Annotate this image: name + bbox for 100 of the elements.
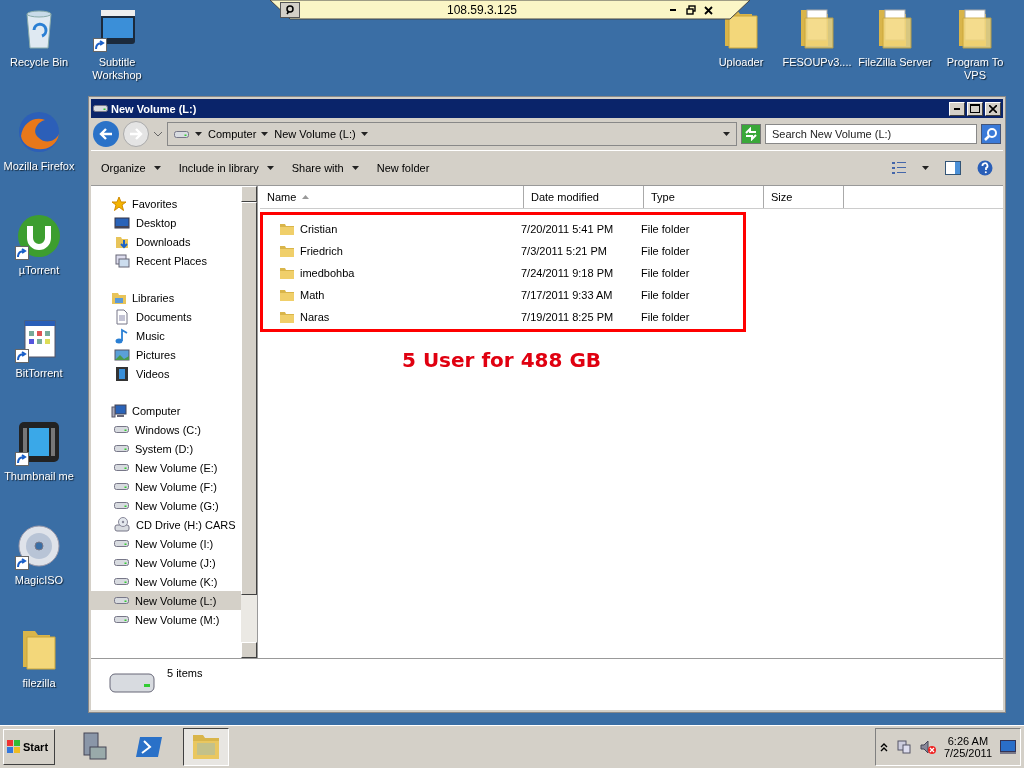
file-name[interactable]: imedbohba [300,267,355,279]
drive-icon [114,559,129,566]
folder-icon [725,10,758,49]
toolbar-button[interactable]: Include in library [178,162,274,174]
minimize-button[interactable] [949,101,965,116]
caret-icon [351,166,359,170]
desktop-icon-label[interactable]: FESOUPv3.... [782,56,852,69]
start-button[interactable]: Start [3,729,55,765]
toolbar-button[interactable]: Share with [291,162,359,174]
folder-icon [23,631,56,670]
drive-icon [114,578,129,585]
document-icon [114,308,130,325]
folder-icon [279,287,295,303]
server-toolbox-icon[interactable] [83,732,107,760]
nav-item[interactable]: Favorites [91,194,241,213]
windows-logo-icon [7,740,21,754]
clock-date[interactable]: 7/25/2011 [943,747,992,759]
network-icon[interactable] [895,739,912,755]
toolbar-button[interactable]: New folder [376,162,430,174]
globe-fox-icon [19,112,59,152]
nav-item[interactable]: Desktop [91,213,241,232]
desktop-icon-label[interactable]: Uploader [718,56,764,69]
file-name[interactable]: Friedrich [300,245,343,257]
file-name[interactable]: Math [300,289,325,301]
caret-icon [360,132,368,136]
nav-item[interactable]: Videos [91,364,241,383]
nav-item[interactable]: Music [91,326,241,345]
preview-pane-icon[interactable] [945,161,961,175]
toolbar-button[interactable]: Organize [101,162,161,174]
music-note-icon [114,327,130,344]
search-button[interactable] [981,124,1001,144]
nav-item[interactable]: Downloads [91,232,241,251]
folder-icon [959,9,992,49]
refresh-button[interactable] [741,124,761,144]
close-button[interactable] [985,101,1001,116]
desktop-icon-label[interactable]: Subtitle Workshop [79,56,155,82]
back-button[interactable] [93,121,119,147]
drive-icon [174,130,189,138]
nav-item[interactable]: New Volume (I:) [91,534,241,553]
disc-icon [18,525,60,567]
nav-item[interactable]: New Volume (M:) [91,610,241,629]
maximize-button[interactable] [967,101,983,116]
nav-item[interactable]: New Volume (E:) [91,458,241,477]
desktop-icon-label[interactable]: Mozilla Firefox [3,160,75,173]
nav-item[interactable]: Libraries [91,288,241,307]
desktop-icon-label[interactable]: Recycle Bin [9,56,69,69]
item-count: 5 items [167,667,203,681]
caret-icon [153,166,161,170]
file-name[interactable]: Cristian [300,223,338,235]
desktop-icon-label[interactable]: BitTorrent [15,367,63,380]
desktop-icon-label[interactable]: µTorrent [18,264,60,277]
date-cell-text: 7/20/2011 5:41 PM [521,223,615,235]
chevron-up-icon[interactable] [879,742,888,752]
drive-icon [114,616,129,623]
desktop-icon-label[interactable]: filezilla [22,677,56,690]
drive-icon [114,502,129,509]
desktop-icon-label[interactable]: Program To VPS [937,56,1013,82]
type-cell-text: File folder [641,223,691,235]
star-icon [111,195,127,212]
date-cell-text: 7/17/2011 9:33 AM [521,289,614,301]
cd-drive-icon [114,516,130,533]
nav-item[interactable]: Windows (C:) [91,420,241,439]
monitor-icon [114,214,130,231]
file-name[interactable]: Naras [300,311,330,323]
drive-icon [114,445,129,452]
close-icon [989,104,997,113]
desktop-icon-label[interactable]: MagicISO [14,574,64,587]
nav-item[interactable]: New Volume (K:) [91,572,241,591]
pin-button[interactable] [280,2,300,18]
powershell-icon[interactable] [136,737,162,757]
nav-item[interactable]: Computer [91,401,241,420]
search-icon [984,127,998,141]
search-field[interactable]: Search New Volume (L:) [765,124,977,144]
clock-time[interactable]: 6:26 AM [947,735,989,747]
folder-icon [279,309,295,325]
nav-item[interactable]: New Volume (L:) [91,591,241,610]
help-icon[interactable] [977,160,993,176]
folder-icon [279,243,295,259]
nav-item[interactable]: System (D:) [91,439,241,458]
nav-item[interactable]: New Volume (G:) [91,496,241,515]
breadcrumb-item[interactable]: New Volume (L:) [274,128,368,140]
nav-item[interactable]: CD Drive (H:) CARS [91,515,241,534]
desktop-icon-label[interactable]: FileZilla Server [858,56,932,69]
type-cell-text: File folder [641,311,691,323]
nav-item[interactable]: Recent Places [91,251,241,270]
volume-muted-icon[interactable] [919,739,936,755]
nav-item[interactable]: New Volume (F:) [91,477,241,496]
address-bar[interactable]: Computer New Volume (L:) [167,122,737,146]
history-caret-icon[interactable] [153,129,163,139]
view-list-icon[interactable] [892,162,906,174]
nav-item[interactable]: New Volume (J:) [91,553,241,572]
nav-item[interactable]: Pictures [91,345,241,364]
taskbar-button[interactable] [183,728,229,766]
nav-item[interactable]: Documents [91,307,241,326]
type-cell-text: File folder [641,267,691,279]
folder-icon [279,265,295,281]
show-desktop-icon[interactable] [1000,740,1016,754]
breadcrumb-item[interactable]: Computer [208,128,269,140]
scrollbar[interactable] [241,186,257,658]
desktop-icon-label[interactable]: Thumbnail me [4,470,74,483]
